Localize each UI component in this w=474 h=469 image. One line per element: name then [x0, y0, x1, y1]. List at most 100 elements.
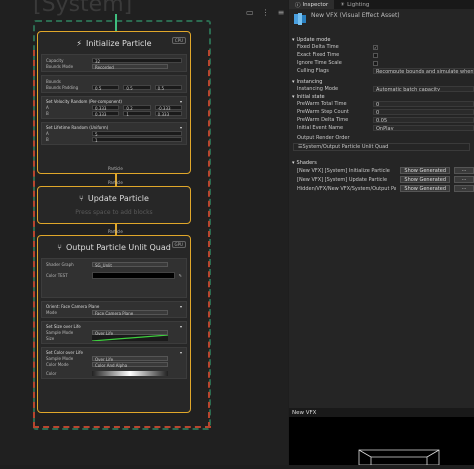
block-menu-icon[interactable]: ▾: [180, 99, 182, 104]
size-sample-mode-dropdown[interactable]: Over Life: [92, 329, 168, 336]
output-title: Output Particle Unlit Quad: [65, 242, 171, 252]
set-lifetime-block[interactable]: Set Lifetime Random (Uniform) ▾ A 5 B 1: [41, 122, 187, 145]
orient-mode-label: Mode: [46, 309, 57, 315]
tab-lighting[interactable]: ☀ Lighting: [334, 0, 375, 9]
exact-fixed-time-checkbox[interactable]: [373, 52, 378, 58]
padding-z[interactable]: 0.5: [154, 84, 182, 91]
fixed-delta-time-checkbox[interactable]: ✓: [373, 44, 378, 50]
vfx-graph-canvas[interactable]: [System] ▭ ⋮ ≡ ⚡ Initialize Particle CPU …: [0, 0, 288, 465]
show-generated-button[interactable]: Show Generated: [400, 176, 450, 183]
preview-viewport[interactable]: [289, 417, 474, 466]
output-badge[interactable]: GPU: [171, 241, 186, 248]
output-render-order-label: Output Render Order: [297, 135, 350, 141]
shader-name: [New VFX] [System] Initialize Particle: [297, 167, 390, 174]
bounds-mode-dropdown[interactable]: Recorded: [92, 63, 168, 70]
size-sample-mode-label: Sample Mode: [46, 329, 74, 335]
life-a-field[interactable]: 5: [92, 130, 182, 137]
prewarm-delta-time-field[interactable]: 0.05: [373, 117, 474, 123]
initial-state-header[interactable]: ▾ Initial state: [289, 93, 474, 100]
vel-b-x[interactable]: 0.333: [92, 110, 120, 117]
color-mode-dropdown[interactable]: Color And Alpha: [92, 361, 168, 368]
update-mode-header[interactable]: ▾ Update mode: [289, 36, 474, 43]
window-menu-icon[interactable]: ≡: [278, 8, 285, 17]
orient-block[interactable]: Orient: Face Camera Plane ▾ Mode Face Came…: [41, 301, 187, 318]
render-order-item[interactable]: ☰ System/Output Particle Unlit Quad: [293, 143, 470, 151]
init-settings: Capacity 32 Bounds Mode Recorded: [41, 54, 187, 72]
ignore-time-scale-checkbox[interactable]: [373, 60, 378, 66]
life-b-field[interactable]: 1: [92, 136, 182, 143]
shader-graph-field[interactable]: SG_Unlit: [92, 261, 168, 268]
color-sample-mode-dropdown[interactable]: Over Life: [92, 355, 168, 362]
shader-name: [New VFX] [System] Update Particle: [297, 176, 388, 183]
vel-a-x[interactable]: 0.333: [92, 104, 120, 111]
size-label: Size: [46, 335, 55, 341]
prewarm-step-count-field[interactable]: 0: [373, 109, 474, 115]
instancing-header[interactable]: ▾ Instancing: [289, 78, 474, 85]
instancing-mode-label: Instancing Mode: [297, 86, 339, 92]
output-context[interactable]: Particle ⑂ Output Particle Unlit Quad GPU…: [37, 229, 191, 413]
eyedropper-icon[interactable]: ✎: [179, 273, 182, 278]
block-menu-icon[interactable]: ▾: [180, 125, 182, 130]
color-over-life-block[interactable]: Set Color over Life ▾ Sample Mode Over Lif…: [41, 347, 187, 379]
color-gradient[interactable]: [92, 370, 168, 376]
vel-b-y[interactable]: 1: [123, 110, 151, 117]
padding-y[interactable]: 0.5: [123, 84, 151, 91]
size-over-life-block[interactable]: Set Size over Life ▾ Sample Mode Over Life…: [41, 321, 187, 344]
instancing-mode-dropdown[interactable]: Automatic batch capacity: [373, 86, 474, 92]
bounds-guide-right: [208, 50, 210, 428]
vel-a-y[interactable]: 0.2: [123, 104, 151, 111]
shader-options-button[interactable]: ...: [454, 167, 474, 174]
update-flow-in: Particle: [108, 180, 123, 185]
orient-title: Orient: Face Camera Plane: [46, 304, 100, 309]
block-menu-icon[interactable]: ▾: [180, 324, 182, 329]
output-flow-in: Particle: [108, 229, 123, 234]
info-icon: ⓘ: [295, 2, 301, 9]
update-title: Update Particle: [87, 193, 149, 203]
add-blocks-hint: Press space to add blocks: [75, 209, 153, 216]
culling-flags-dropdown[interactable]: Recompute bounds and simulate when visib…: [373, 68, 474, 74]
lighting-icon: ☀: [340, 1, 346, 8]
ignore-time-scale-label: Ignore Time Scale: [297, 60, 342, 66]
padding-x[interactable]: 0.5: [92, 84, 120, 91]
output-icon: ⑂: [57, 242, 62, 252]
spawn-link: [115, 14, 117, 32]
capacity-field[interactable]: 32: [92, 57, 182, 64]
capacity-label: Capacity: [46, 57, 64, 63]
vel-a-z[interactable]: -0.333: [154, 104, 182, 111]
prewarm-total-time-field[interactable]: 0: [373, 101, 474, 107]
flow-out-label: Particle: [108, 166, 123, 171]
bounds-label: Bounds: [46, 78, 61, 84]
prewarm-delta-time-label: PreWarm Delta Time: [297, 117, 349, 123]
foldout-icon: ▾: [292, 159, 295, 166]
orient-mode-dropdown[interactable]: Face Camera Plane: [92, 309, 168, 316]
initialize-context[interactable]: ⚡ Initialize Particle CPU Capacity 32 Boun…: [37, 31, 191, 174]
foldout-icon: ▾: [292, 93, 295, 100]
show-generated-button[interactable]: Show Generated: [400, 167, 450, 174]
update-context[interactable]: Particle ⑂ Update Particle Press space to…: [37, 180, 191, 224]
show-generated-button[interactable]: Show Generated: [400, 185, 450, 192]
tab-inspector[interactable]: ⓘ Inspector: [289, 0, 335, 9]
initialize-title: Initialize Particle: [86, 38, 152, 48]
preview-header[interactable]: New VFX: [289, 408, 474, 417]
shader-options-button[interactable]: ...: [454, 185, 474, 192]
prewarm-total-time-label: PreWarm Total Time: [297, 101, 347, 107]
set-velocity-block[interactable]: Set Velocity Random (Per-component) ▾ A 0.…: [41, 96, 187, 119]
foldout-icon: ▾: [292, 36, 295, 43]
size-curve[interactable]: [92, 335, 168, 341]
culling-flags-label: Culling Flags: [297, 68, 329, 74]
block-menu-icon[interactable]: ▾: [180, 304, 182, 309]
shader-options-button[interactable]: ...: [454, 176, 474, 183]
more-menu-icon[interactable]: ⋮: [262, 8, 270, 17]
vel-a-label: A: [46, 104, 49, 110]
vel-b-z[interactable]: 0.333: [154, 110, 182, 117]
block-menu-icon[interactable]: ▾: [180, 350, 182, 355]
output-settings: Shader Graph SG_Unlit Color TEST ✎: [41, 258, 187, 298]
color-test-swatch[interactable]: [92, 271, 175, 279]
system-ghost-title: [System]: [33, 0, 133, 17]
initial-event-name-field[interactable]: OnPlay: [373, 125, 474, 131]
set-velocity-title: Set Velocity Random (Per-component): [46, 99, 122, 104]
space-badge[interactable]: CPU: [171, 37, 186, 44]
bounds-padding-label: Bounds Padding: [46, 84, 79, 90]
lock-icon[interactable]: ▭: [246, 8, 254, 17]
shaders-header[interactable]: ▾ Shaders: [289, 159, 474, 166]
